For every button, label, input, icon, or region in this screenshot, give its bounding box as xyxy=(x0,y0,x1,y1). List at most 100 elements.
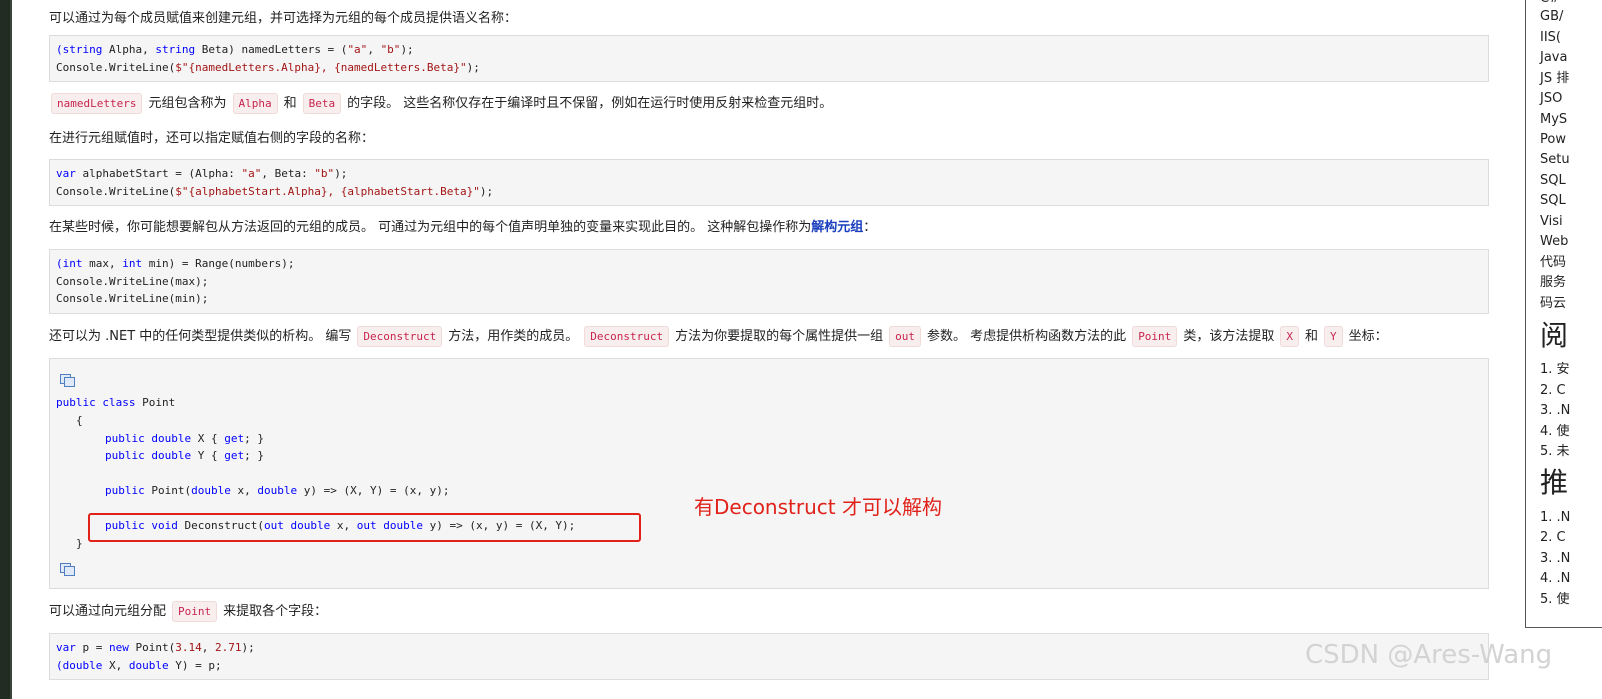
code-token: ); xyxy=(241,641,255,654)
code-keyword: public xyxy=(56,396,96,409)
code-keyword: get xyxy=(224,449,245,462)
sidebar-tag-item[interactable]: MyS xyxy=(1540,111,1567,129)
text: 坐标： xyxy=(1348,329,1388,344)
sidebar-tag-item[interactable]: SQL xyxy=(1540,192,1566,210)
code-keyword: int xyxy=(62,257,83,270)
code-interpolation: {namedLetters.Beta} xyxy=(334,61,461,74)
text: 参数。 考虑提供析构函数方法的此 xyxy=(927,329,1127,344)
sidebar-tag-item[interactable]: JSO xyxy=(1540,90,1562,108)
code-token: Console.WriteLine( xyxy=(56,185,176,198)
sidebar-tag-item[interactable]: Visi xyxy=(1540,213,1563,231)
sidebar-tag-item[interactable]: GB/ xyxy=(1540,8,1563,26)
code-token: , xyxy=(201,641,215,654)
text: 可以通过向元组分配 xyxy=(49,604,167,619)
inline-code: Point xyxy=(172,601,218,622)
sidebar-tag-item[interactable]: 服务 xyxy=(1540,274,1566,292)
sidebar-list-item[interactable]: 5. 未 xyxy=(1540,443,1570,461)
code-block-range[interactable]: (int max, int min) = Range(numbers); Con… xyxy=(49,249,1489,314)
sidebar-tag-item[interactable]: Setu xyxy=(1540,151,1570,169)
text: 在某些时候，你可能想要解包从方法返回的元组的成员。 可通过为元组中的每个值声明单… xyxy=(49,220,812,235)
text: 元组包含称为 xyxy=(148,96,227,111)
code-line: Console.WriteLine(min); xyxy=(56,292,209,305)
code-line: Console.WriteLine($"{namedLetters.Alpha}… xyxy=(56,60,480,75)
code-keyword: var xyxy=(56,641,76,654)
sidebar-heading-recommended: 推 xyxy=(1540,466,1569,499)
sidebar-tag-item[interactable]: Java xyxy=(1540,49,1567,67)
code-line: var alphabetStart = (Alpha: "a", Beta: "… xyxy=(56,166,347,181)
code-token: max, xyxy=(82,257,123,270)
code-line: (double X, double Y) = p; xyxy=(56,658,222,673)
code-block-alphabet-start[interactable]: var alphabetStart = (Alpha: "a", Beta: "… xyxy=(49,159,1489,206)
sidebar-list-item[interactable]: 4. .N xyxy=(1540,570,1570,588)
code-string: "b" xyxy=(380,43,401,56)
paragraph-assign-point: 可以通过向元组分配 Point 来提取各个字段： xyxy=(49,601,327,622)
left-edge-bar xyxy=(0,0,10,699)
inline-code: Point xyxy=(1132,326,1178,347)
deconstruct-annotation: 有Deconstruct 才可以解构 xyxy=(694,495,942,519)
code-line: } xyxy=(76,537,83,550)
code-interpolation: {alphabetStart.Alpha} xyxy=(188,185,328,198)
sidebar-tag-item[interactable]: C# xyxy=(1540,0,1560,8)
code-block-point-class[interactable]: public class Point { public double X { g… xyxy=(49,358,1489,589)
sidebar-list-item[interactable]: 1. .N xyxy=(1540,509,1570,527)
sidebar-list-item[interactable]: 5. 使 xyxy=(1540,591,1570,609)
code-token: Y) = p; xyxy=(168,659,222,672)
code-keyword: public xyxy=(105,484,145,497)
inline-code: Y xyxy=(1323,326,1343,347)
code-keyword: var xyxy=(56,167,76,180)
code-string: $" xyxy=(175,185,189,198)
sidebar-list-item[interactable]: 2. C xyxy=(1540,529,1566,547)
code-keyword: double xyxy=(62,659,103,672)
sidebar-tag-item[interactable]: JS 排 xyxy=(1540,70,1569,88)
code-token: X { xyxy=(197,432,218,445)
text: 方法为你要提取的每个属性提供一组 xyxy=(675,329,884,344)
code-token: X, xyxy=(102,659,129,672)
code-line: (string Alpha, string Beta) namedLetters… xyxy=(56,42,414,57)
code-token: ); xyxy=(466,61,480,74)
inline-code: Deconstruct xyxy=(584,326,670,347)
code-token: , xyxy=(367,43,381,56)
sidebar-tag-item[interactable]: SQL xyxy=(1540,172,1566,190)
left-edge-bar-accent xyxy=(10,0,12,699)
sidebar-tag-item[interactable]: Web xyxy=(1540,233,1568,251)
code-string: "b" xyxy=(314,167,335,180)
text: ： xyxy=(863,220,877,235)
paragraph-deconstruct-intro: 在某些时候，你可能想要解包从方法返回的元组的成员。 可通过为元组中的每个值声明单… xyxy=(49,218,876,238)
text: 和 xyxy=(1304,329,1318,344)
code-block-named-letters[interactable]: (string Alpha, string Beta) namedLetters… xyxy=(49,35,1489,82)
code-string: " xyxy=(473,185,480,198)
code-interpolation: {alphabetStart.Beta} xyxy=(340,185,474,198)
inline-code: Alpha xyxy=(232,93,278,114)
code-keyword: public xyxy=(105,449,145,462)
code-keyword: public xyxy=(105,432,145,445)
sidebar-list-item[interactable]: 3. .N xyxy=(1540,550,1570,568)
sidebar-list-item[interactable]: 1. 安 xyxy=(1540,361,1570,379)
sidebar-list-item[interactable]: 4. 使 xyxy=(1540,423,1570,441)
code-token: Point( xyxy=(128,641,176,654)
copy-code-icon[interactable] xyxy=(60,374,75,387)
code-token: Point xyxy=(142,396,176,409)
code-token: ; } xyxy=(244,432,264,445)
code-line: var p = new Point(3.14, 2.71); xyxy=(56,640,255,655)
code-token: , Beta: xyxy=(261,167,315,180)
sidebar-tag-item[interactable]: 代码 xyxy=(1540,254,1566,272)
code-token: ( xyxy=(56,659,63,672)
code-line: public Point(double x, double y) => (X, … xyxy=(105,483,449,498)
code-token: y) => (X, Y) = (x, y); xyxy=(297,484,450,497)
sidebar-tag-item[interactable]: Pow xyxy=(1540,131,1566,149)
code-number: 3.14 xyxy=(175,641,202,654)
sidebar-tag-item[interactable]: 码云 xyxy=(1540,295,1566,313)
sidebar-tag-item[interactable]: IIS( xyxy=(1540,29,1561,47)
code-keyword: double xyxy=(128,659,169,672)
code-number: 2.71 xyxy=(214,641,242,654)
code-interpolation: {namedLetters.Alpha} xyxy=(188,61,321,74)
text: 和 xyxy=(283,96,297,111)
code-block-point-assign[interactable]: var p = new Point(3.14, 2.71); (double X… xyxy=(49,633,1489,680)
code-string: "a" xyxy=(347,43,368,56)
copy-code-icon[interactable] xyxy=(60,563,75,576)
sidebar-list-item[interactable]: 2. C xyxy=(1540,382,1566,400)
code-keyword: double xyxy=(151,449,192,462)
deconstruct-tuple-link[interactable]: 解构元组 xyxy=(811,220,863,235)
sidebar-list-item[interactable]: 3. .N xyxy=(1540,402,1570,420)
code-line: Console.WriteLine(max); xyxy=(56,275,209,288)
